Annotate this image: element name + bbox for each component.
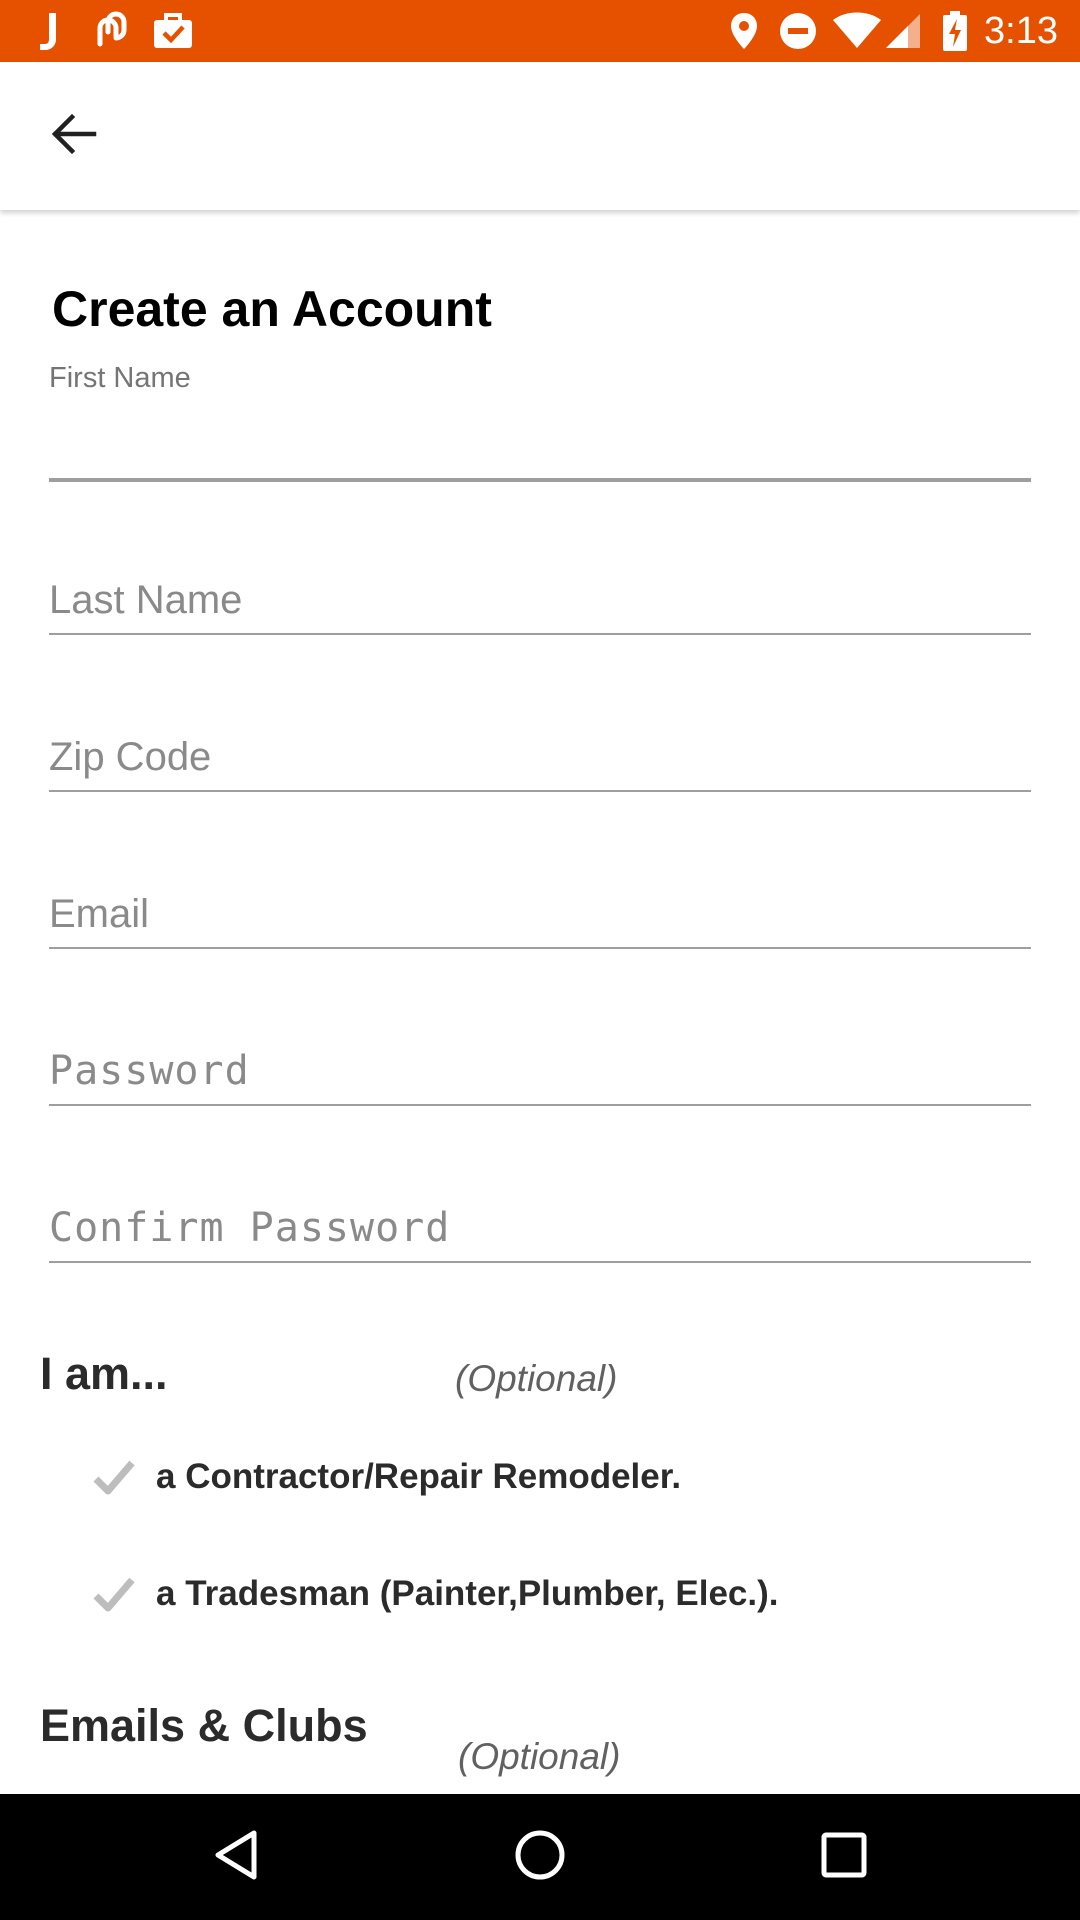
back-triangle-icon bbox=[212, 1829, 260, 1886]
battery-charging-icon bbox=[940, 0, 970, 62]
tradesman-checkbox-label: a Tradesman (Painter,Plumber, Elec.). bbox=[156, 1574, 779, 1613]
zip-code-placeholder: Zip Code bbox=[49, 735, 212, 779]
first-name-field[interactable] bbox=[49, 392, 1031, 482]
briefcase-check-icon bbox=[152, 0, 194, 62]
system-nav-bar bbox=[0, 1794, 1080, 1920]
first-name-label: First Name bbox=[49, 362, 191, 394]
confirm-password-underline bbox=[49, 1261, 1031, 1263]
location-pin-icon bbox=[728, 0, 760, 62]
tradesman-checkbox[interactable]: a Tradesman (Painter,Plumber, Elec.). bbox=[90, 1564, 778, 1624]
last-name-field[interactable]: Last Name bbox=[49, 545, 1031, 635]
emails-clubs-heading: Emails & Clubs bbox=[40, 1700, 368, 1751]
do-not-disturb-icon bbox=[778, 0, 818, 62]
last-name-placeholder: Last Name bbox=[49, 578, 243, 622]
zip-code-underline bbox=[49, 790, 1031, 792]
arrow-back-icon bbox=[50, 112, 98, 161]
last-name-underline bbox=[49, 633, 1031, 635]
password-field[interactable]: Password bbox=[49, 1016, 1031, 1106]
contractor-checkbox[interactable]: a Contractor/Repair Remodeler. bbox=[90, 1447, 681, 1507]
i-am-heading: I am... bbox=[40, 1348, 168, 1399]
password-underline bbox=[49, 1104, 1031, 1106]
back-button[interactable] bbox=[34, 104, 114, 168]
app-bar bbox=[0, 62, 1080, 210]
home-circle-icon bbox=[514, 1829, 566, 1886]
cell-signal-icon bbox=[884, 0, 922, 62]
j-app-icon bbox=[34, 0, 62, 62]
email-underline bbox=[49, 947, 1031, 949]
wifi-icon bbox=[832, 0, 882, 62]
confirm-password-placeholder: Confirm Password bbox=[49, 1205, 451, 1251]
status-clock: 3:13 bbox=[984, 10, 1058, 52]
i-am-optional-note: (Optional) bbox=[455, 1358, 618, 1399]
recents-square-icon bbox=[821, 1832, 867, 1883]
first-name-underline bbox=[49, 478, 1031, 482]
nav-back-button[interactable] bbox=[176, 1794, 296, 1920]
email-field[interactable]: Email bbox=[49, 859, 1031, 949]
nav-home-button[interactable] bbox=[480, 1794, 600, 1920]
checkmark-icon bbox=[90, 1570, 138, 1618]
link-app-icon bbox=[90, 0, 130, 62]
confirm-password-field[interactable]: Confirm Password bbox=[49, 1173, 1031, 1263]
email-placeholder: Email bbox=[49, 892, 150, 936]
checkmark-icon bbox=[90, 1453, 138, 1501]
zip-code-field[interactable]: Zip Code bbox=[49, 702, 1031, 792]
nav-recents-button[interactable] bbox=[784, 1794, 904, 1920]
contractor-checkbox-label: a Contractor/Repair Remodeler. bbox=[156, 1457, 682, 1496]
create-account-screen: 3:13 Create an Account First Name Last N… bbox=[0, 0, 1080, 1920]
status-bar: 3:13 bbox=[0, 0, 1080, 62]
page-title: Create an Account bbox=[52, 281, 492, 337]
password-placeholder: Password bbox=[49, 1048, 250, 1094]
emails-clubs-optional-note: (Optional) bbox=[458, 1736, 621, 1777]
